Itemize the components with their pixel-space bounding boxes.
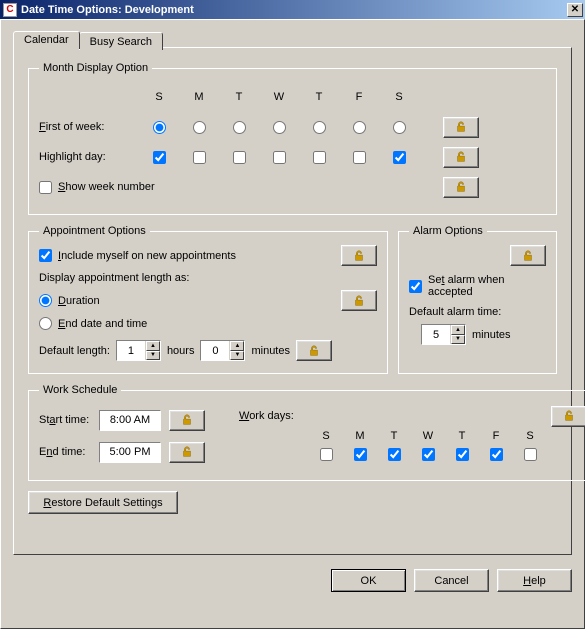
workday-header: M — [355, 430, 364, 442]
tab-busy-search[interactable]: Busy Search — [79, 32, 163, 50]
enddate-label: End date and time — [58, 318, 147, 330]
default-hours-input[interactable] — [117, 341, 145, 360]
highlight-day-t2[interactable] — [313, 151, 326, 164]
window-title: Date Time Options: Development — [21, 4, 194, 16]
app-icon: C — [3, 3, 17, 17]
chevron-up-icon[interactable]: ▲ — [146, 341, 160, 351]
legend-month: Month Display Option — [39, 62, 152, 74]
start-time-input[interactable] — [99, 410, 161, 431]
workday-header: T — [459, 430, 466, 442]
titlebar: C Date Time Options: Development ✕ — [0, 0, 585, 19]
chevron-down-icon[interactable]: ▼ — [230, 351, 244, 361]
ok-button[interactable]: OK — [331, 569, 406, 592]
workday-header: W — [423, 430, 433, 442]
group-appointment-options: Appointment Options Include myself on ne… — [28, 225, 388, 374]
duration-radio[interactable] — [39, 294, 52, 307]
default-minutes-input[interactable] — [201, 341, 229, 360]
group-alarm-options: Alarm Options Set alarm when accepted De… — [398, 225, 557, 374]
legend-work: Work Schedule — [39, 384, 121, 396]
lock-first-of-week[interactable] — [443, 117, 479, 138]
end-time-input[interactable] — [99, 442, 161, 463]
lock-highlight-day[interactable] — [443, 147, 479, 168]
show-week-number-checkbox[interactable] — [39, 181, 52, 194]
lock-include-myself[interactable] — [341, 245, 377, 266]
first-of-week-radio-t[interactable] — [233, 121, 246, 134]
chevron-up-icon[interactable]: ▲ — [451, 325, 465, 335]
first-of-week-radio-w[interactable] — [273, 121, 286, 134]
group-work-schedule: Work Schedule Start time: End time: — [28, 384, 585, 481]
lock-alarm[interactable] — [510, 245, 546, 266]
duration-label: Duration — [58, 295, 100, 307]
alarm-time-spinner[interactable]: ▲▼ — [421, 324, 466, 345]
workday-header: T — [391, 430, 398, 442]
lock-start-time[interactable] — [169, 410, 205, 431]
cancel-button[interactable]: Cancel — [414, 569, 489, 592]
day-header: S — [155, 91, 162, 103]
tabstrip: Calendar Busy Search — [13, 30, 572, 48]
set-alarm-label: Set alarm when accepted — [428, 274, 546, 298]
default-alarm-time-label: Default alarm time: — [409, 306, 546, 318]
default-length-label: Default length: — [39, 345, 110, 357]
workday-t[interactable] — [388, 448, 401, 461]
tab-calendar[interactable]: Calendar — [13, 31, 80, 49]
start-time-label: Start time: — [39, 414, 99, 426]
first-of-week-radio-m[interactable] — [193, 121, 206, 134]
workday-m[interactable] — [354, 448, 367, 461]
default-minutes-spinner[interactable]: ▲▼ — [200, 340, 245, 361]
set-alarm-checkbox[interactable] — [409, 280, 422, 293]
highlight-day-t[interactable] — [233, 151, 246, 164]
lock-end-time[interactable] — [169, 442, 205, 463]
default-hours-spinner[interactable]: ▲▼ — [116, 340, 161, 361]
alarm-unit-label: minutes — [472, 329, 511, 341]
workday-w[interactable] — [422, 448, 435, 461]
lock-display-as[interactable] — [341, 290, 377, 311]
end-time-label: End time: — [39, 446, 99, 458]
minutes-label: minutes — [251, 345, 290, 357]
workday-f[interactable] — [490, 448, 503, 461]
highlight-day-label: Highlight day: — [39, 151, 106, 163]
highlight-day-f[interactable] — [353, 151, 366, 164]
help-button[interactable]: Help — [497, 569, 572, 592]
restore-defaults-button[interactable]: Restore Default Settings — [28, 491, 178, 514]
legend-alarm: Alarm Options — [409, 225, 487, 237]
day-header: W — [274, 91, 284, 103]
workdays-label: Work days: — [239, 410, 294, 422]
day-header: S — [395, 91, 402, 103]
include-myself-checkbox[interactable] — [39, 249, 52, 262]
lock-default-length[interactable] — [296, 340, 332, 361]
include-myself-label: Include myself on new appointments — [58, 250, 236, 262]
first-of-week-label: First of week: — [39, 121, 104, 133]
chevron-down-icon[interactable]: ▼ — [146, 351, 160, 361]
day-header: M — [194, 91, 203, 103]
day-header: T — [316, 91, 323, 103]
chevron-up-icon[interactable]: ▲ — [230, 341, 244, 351]
day-header: T — [236, 91, 243, 103]
show-week-number-label: Show week number — [58, 181, 155, 193]
lock-show-week[interactable] — [443, 177, 479, 198]
close-icon[interactable]: ✕ — [567, 3, 583, 17]
first-of-week-radio-f[interactable] — [353, 121, 366, 134]
highlight-day-s2[interactable] — [393, 151, 406, 164]
display-length-as-label: Display appointment length as: — [39, 272, 377, 284]
workday-header: F — [493, 430, 500, 442]
first-of-week-radio-s[interactable] — [153, 121, 166, 134]
lock-workdays[interactable] — [551, 406, 585, 427]
day-header: F — [356, 91, 363, 103]
workday-t2[interactable] — [456, 448, 469, 461]
workday-header: S — [322, 430, 329, 442]
first-of-week-radio-s2[interactable] — [393, 121, 406, 134]
highlight-day-s[interactable] — [153, 151, 166, 164]
hours-label: hours — [167, 345, 195, 357]
enddate-radio[interactable] — [39, 317, 52, 330]
first-of-week-radio-t2[interactable] — [313, 121, 326, 134]
chevron-down-icon[interactable]: ▼ — [451, 335, 465, 345]
alarm-time-input[interactable] — [422, 325, 450, 344]
highlight-day-m[interactable] — [193, 151, 206, 164]
workday-s[interactable] — [320, 448, 333, 461]
legend-appointment: Appointment Options — [39, 225, 150, 237]
workday-s2[interactable] — [524, 448, 537, 461]
group-month-display: Month Display Option S M T W T F S First… — [28, 62, 557, 215]
workday-header: S — [526, 430, 533, 442]
highlight-day-w[interactable] — [273, 151, 286, 164]
